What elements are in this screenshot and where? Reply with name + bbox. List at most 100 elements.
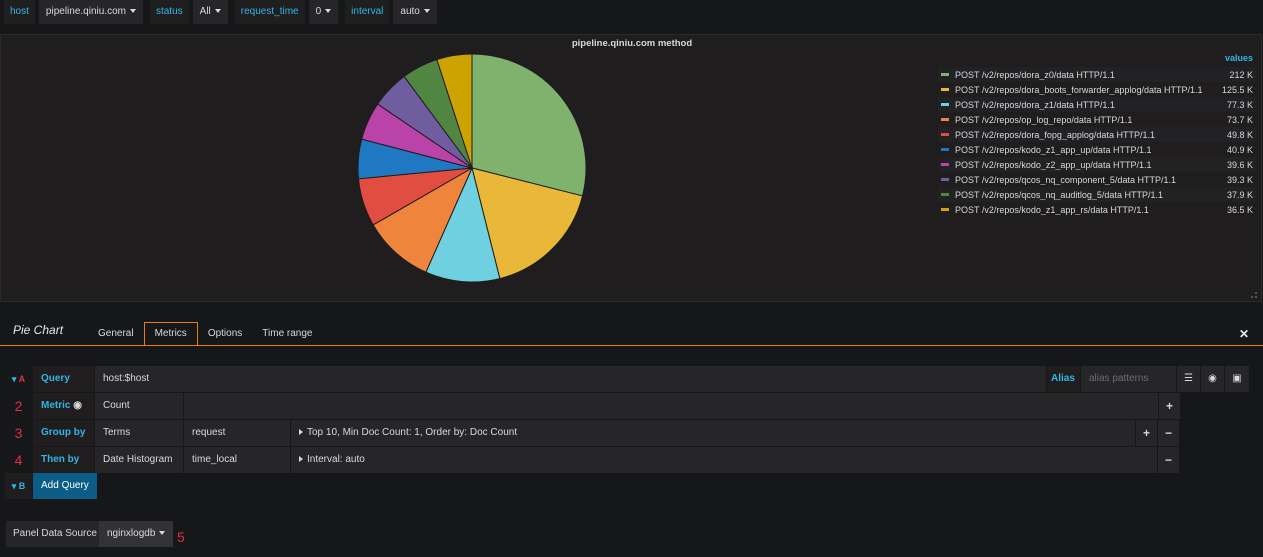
alias-label: Alias [1047, 366, 1081, 392]
legend-value: 36.5 K [1226, 204, 1253, 215]
legend-swatch [941, 118, 949, 121]
annotation-4: 4 [5, 447, 33, 473]
hamburger-icon[interactable]: ☰ [1177, 366, 1201, 392]
caret-right-icon [299, 429, 303, 436]
var-label-interval: interval [345, 0, 390, 24]
var-select-host[interactable]: pipeline.qiniu.com [38, 0, 143, 24]
close-icon[interactable]: ✕ [1239, 327, 1249, 341]
var-select-status[interactable]: All [192, 0, 228, 24]
legend-swatch [941, 73, 949, 76]
group-by-label: Group by [33, 420, 95, 446]
legend-swatch [941, 88, 949, 91]
add-metric-button[interactable]: + [1159, 393, 1181, 419]
legend-item[interactable]: POST /v2/repos/qcos_nq_auditlog_5/data H… [938, 187, 1256, 202]
var-value-status: All [199, 6, 211, 17]
query-label: Query [33, 366, 95, 392]
tab-time-range[interactable]: Time range [252, 322, 322, 346]
alias-input[interactable]: alias patterns [1081, 366, 1177, 392]
editor-title: Pie Chart [13, 323, 64, 337]
group-by-row: 3 Group by Terms request Top 10, Min Doc… [5, 420, 1181, 446]
metric-label-text: Metric [41, 400, 71, 411]
legend-item[interactable]: POST /v2/repos/kodo_z1_app_rs/data HTTP/… [938, 202, 1256, 217]
legend-label: POST /v2/repos/dora_z0/data HTTP/1.1 [955, 69, 1115, 80]
legend-item[interactable]: POST /v2/repos/op_log_repo/data HTTP/1.1… [938, 112, 1256, 127]
metric-type[interactable]: Count [95, 393, 184, 419]
legend-swatch [941, 193, 949, 196]
legend-value: 212 K [1229, 69, 1253, 80]
then-by-options[interactable]: Interval: auto [291, 447, 1158, 473]
then-by-type[interactable]: Date Histogram [95, 447, 184, 473]
caret-right-icon [299, 456, 303, 463]
legend-swatch [941, 133, 949, 136]
legend-item[interactable]: POST /v2/repos/dora_z1/data HTTP/1.1 77.3… [938, 97, 1256, 112]
group-by-options[interactable]: Top 10, Min Doc Count: 1, Order by: Doc … [291, 420, 1136, 446]
legend-label: POST /v2/repos/dora_fopg_applog/data HTT… [955, 129, 1155, 140]
legend-item[interactable]: POST /v2/repos/dora_fopg_applog/data HTT… [938, 127, 1256, 142]
legend-item[interactable]: POST /v2/repos/qcos_nq_component_5/data … [938, 172, 1256, 187]
legend-label: POST /v2/repos/qcos_nq_auditlog_5/data H… [955, 189, 1163, 200]
then-by-label: Then by [33, 447, 95, 473]
legend-rows: POST /v2/repos/dora_z0/data HTTP/1.1 212 … [938, 67, 1256, 217]
editor-divider [0, 345, 1263, 346]
legend-label: POST /v2/repos/dora_boots_forwarder_appl… [955, 84, 1203, 95]
annotation-5: 5 [177, 529, 185, 545]
var-label-status: status [149, 0, 189, 24]
legend-swatch [941, 148, 949, 151]
eye-icon[interactable]: ◉ [73, 400, 82, 411]
legend-swatch [941, 208, 949, 211]
then-by-field[interactable]: time_local [184, 447, 291, 473]
caret-down-icon [159, 531, 166, 536]
legend-item[interactable]: POST /v2/repos/kodo_z1_app_up/data HTTP/… [938, 142, 1256, 157]
add-query-button[interactable]: Add Query [33, 473, 97, 499]
editor-tabs: General Metrics Options Time range [88, 322, 323, 346]
query-ref-a-label: A [18, 374, 26, 384]
var-select-interval[interactable]: auto [393, 0, 437, 24]
var-value-request-time: 0 [315, 6, 322, 17]
query-row: ▾ A Query host:$host Alias alias pattern… [5, 366, 1256, 392]
metric-row: 2 Metric ◉ Count + [5, 393, 1181, 419]
data-source-select[interactable]: nginxlogdb [99, 521, 174, 547]
group-by-options-text: Top 10, Min Doc Count: 1, Order by: Doc … [307, 427, 518, 438]
remove-group-by-button[interactable]: − [1158, 420, 1180, 446]
legend-value: 37.9 K [1226, 189, 1253, 200]
group-by-type[interactable]: Terms [95, 420, 184, 446]
add-group-by-button[interactable]: + [1136, 420, 1158, 446]
pie-legend: values POST /v2/repos/dora_z0/data HTTP/… [938, 53, 1256, 217]
legend-item[interactable]: POST /v2/repos/dora_boots_forwarder_appl… [938, 82, 1256, 97]
annotation-3: 3 [5, 420, 33, 446]
legend-value: 49.8 K [1226, 129, 1253, 140]
var-select-request-time[interactable]: 0 [308, 0, 339, 24]
legend-value: 125.5 K [1221, 84, 1253, 95]
legend-item[interactable]: POST /v2/repos/kodo_z2_app_up/data HTTP/… [938, 157, 1256, 172]
var-value-interval: auto [400, 6, 420, 17]
legend-label: POST /v2/repos/kodo_z1_app_up/data HTTP/… [955, 144, 1152, 155]
pie-chart[interactable] [356, 52, 588, 284]
tab-metrics[interactable]: Metrics [143, 322, 198, 346]
panel-title[interactable]: pipeline.qiniu.com method [1, 38, 1263, 49]
legend-value: 39.6 K [1226, 159, 1253, 170]
legend-value: 77.3 K [1226, 99, 1253, 110]
group-by-field[interactable]: request [184, 420, 291, 446]
then-by-options-text: Interval: auto [307, 454, 365, 465]
caret-down-icon [129, 9, 136, 14]
resize-handle-icon[interactable] [1251, 292, 1257, 298]
eye-icon[interactable]: ◉ [1201, 366, 1225, 392]
remove-then-by-button[interactable]: − [1158, 447, 1180, 473]
var-value-host: pipeline.qiniu.com [45, 6, 126, 17]
legend-label: POST /v2/repos/op_log_repo/data HTTP/1.1 [955, 114, 1133, 125]
query-ref-b[interactable]: ▾ B [5, 473, 33, 499]
tab-options[interactable]: Options [198, 322, 252, 346]
legend-swatch [941, 103, 949, 106]
trash-icon[interactable]: ▣ [1225, 366, 1249, 392]
legend-label: POST /v2/repos/qcos_nq_component_5/data … [955, 174, 1176, 185]
var-label-request-time: request_time [234, 0, 305, 24]
legend-label: POST /v2/repos/dora_z1/data HTTP/1.1 [955, 99, 1115, 110]
tab-general[interactable]: General [88, 322, 144, 346]
annotation-2: 2 [5, 393, 33, 419]
legend-header: values [1224, 53, 1253, 63]
legend-item[interactable]: POST /v2/repos/dora_z0/data HTTP/1.1 212 … [938, 67, 1256, 82]
add-query-row: ▾ B Add Query [5, 473, 97, 499]
template-variables-bar: host pipeline.qiniu.com status All reque… [0, 0, 1263, 24]
legend-value: 40.9 K [1226, 144, 1253, 155]
query-input[interactable]: host:$host [95, 366, 1047, 392]
